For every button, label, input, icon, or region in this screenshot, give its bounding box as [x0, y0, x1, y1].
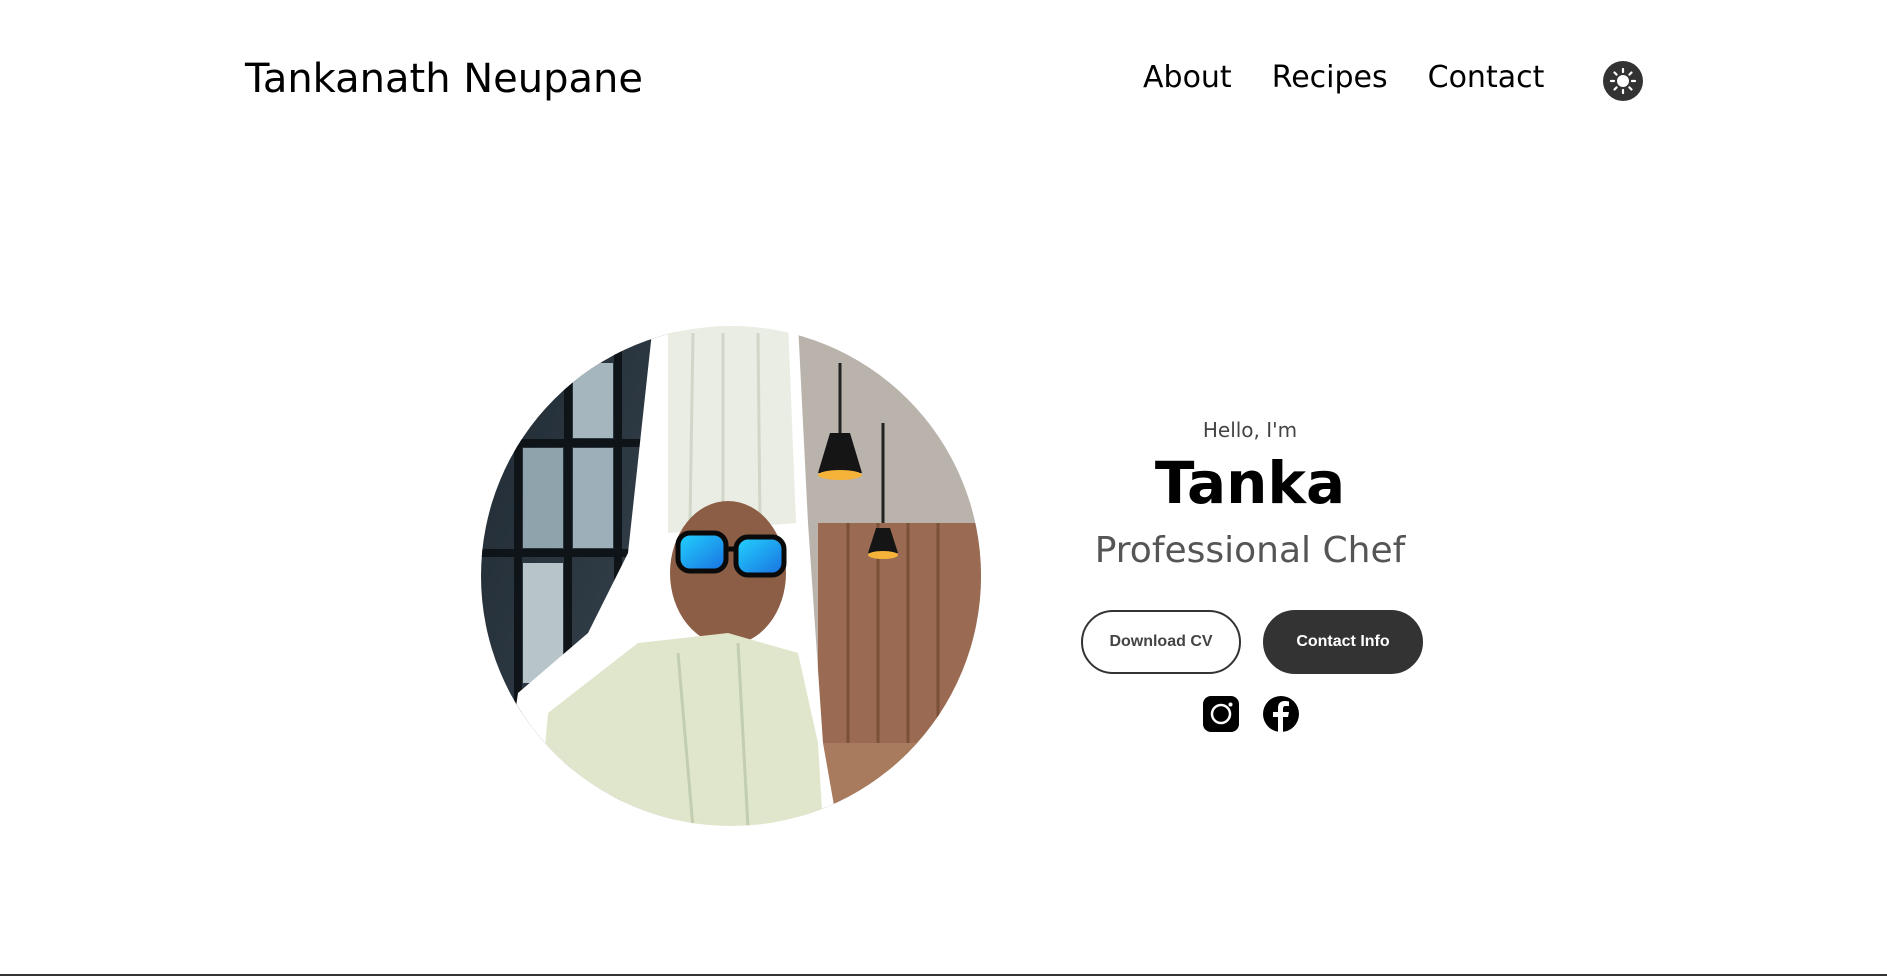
contact-info-button[interactable]: Contact Info: [1263, 610, 1423, 674]
download-cv-button[interactable]: Download CV: [1081, 610, 1241, 674]
facebook-icon[interactable]: [1263, 696, 1299, 732]
profile-picture: [478, 323, 984, 828]
greeting-text: Hello, I'm: [1202, 418, 1298, 442]
social-links: [1203, 696, 1299, 732]
hero-title: Professional Chef: [1094, 529, 1406, 571]
nav-link-contact[interactable]: Contact: [1428, 60, 1545, 95]
hero-name: Tanka: [1154, 449, 1346, 517]
sun-icon: [1609, 67, 1637, 95]
nav-links: About Recipes Contact: [1143, 60, 1544, 95]
nav-link-about[interactable]: About: [1143, 60, 1232, 95]
nav-link-recipes[interactable]: Recipes: [1272, 60, 1388, 95]
theme-toggle-button[interactable]: [1603, 61, 1643, 101]
site-logo[interactable]: Tankanath Neupane: [245, 56, 643, 102]
navbar: Tankanath Neupane About Recipes Contact: [0, 0, 1887, 162]
hero-text: Hello, I'm Tanka Professional Chef: [1050, 418, 1450, 571]
instagram-icon[interactable]: [1203, 696, 1239, 732]
hero-buttons: Download CV Contact Info: [1081, 610, 1423, 674]
